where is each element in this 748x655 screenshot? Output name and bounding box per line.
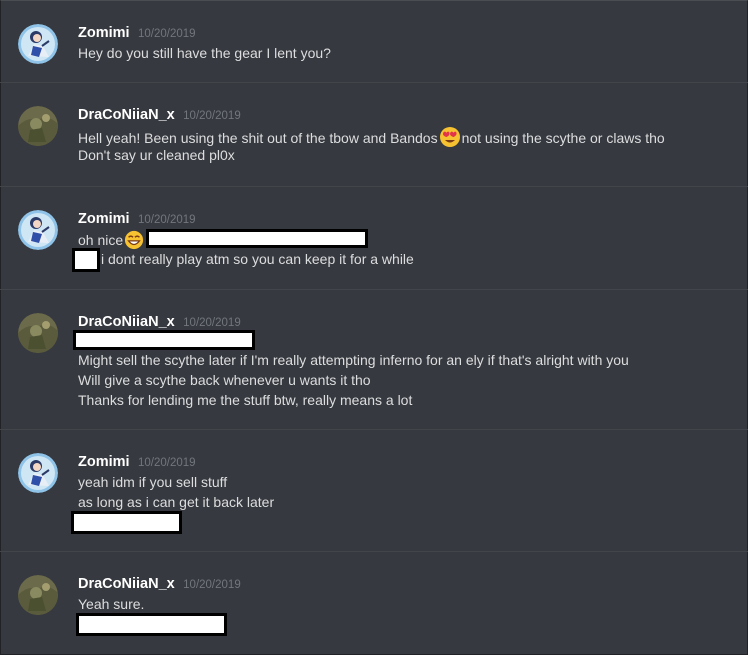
author-name[interactable]: DraCoNiiaN_x <box>78 576 175 592</box>
message-text: i dont really play atm so you can keep i… <box>101 251 414 267</box>
draconiian-avatar[interactable] <box>18 313 58 353</box>
message-text: Hey do you still have the gear I lent yo… <box>78 45 331 61</box>
message-text: yeah idm if you sell stuff <box>78 474 228 490</box>
draconiian-avatar[interactable] <box>18 575 58 615</box>
message-text: Thanks for lending me the stuff btw, rea… <box>78 392 413 408</box>
redaction-box <box>72 248 100 272</box>
message-group: DraCoNiiaN_x 10/20/2019 Hell yeah! Been … <box>0 82 748 187</box>
message-timestamp: 10/20/2019 <box>138 214 196 226</box>
message-group: DraCoNiiaN_x 10/20/2019 Might sell the s… <box>0 289 748 430</box>
author-name[interactable]: DraCoNiiaN_x <box>78 107 175 123</box>
zomimi-avatar[interactable] <box>18 210 58 250</box>
message-group: DraCoNiiaN_x 10/20/2019 Yeah sure. <box>0 551 748 655</box>
message-text: Don't say ur cleaned pl0x <box>78 147 235 163</box>
message-timestamp: 10/20/2019 <box>183 317 241 329</box>
message-text: as long as i can get it back later <box>78 494 275 510</box>
zomimi-avatar[interactable] <box>18 24 58 64</box>
message-text-part: oh nice <box>78 232 124 248</box>
message-text: Might sell the scythe later if I'm reall… <box>78 352 629 368</box>
message-group: Zomimi 10/20/2019 oh nice i dont really … <box>0 186 748 290</box>
heart-eyes-emoji <box>439 126 461 152</box>
redaction-box <box>76 613 227 636</box>
message-text: Yeah sure. <box>78 596 145 612</box>
zomimi-avatar[interactable] <box>18 453 58 493</box>
message-text: Will give a scythe back whenever u wants… <box>78 372 371 388</box>
author-name[interactable]: Zomimi <box>78 25 130 41</box>
author-name[interactable]: Zomimi <box>78 211 130 227</box>
message-timestamp: 10/20/2019 <box>138 457 196 469</box>
author-name[interactable]: DraCoNiiaN_x <box>78 314 175 330</box>
redaction-box <box>73 330 255 350</box>
draconiian-avatar[interactable] <box>18 106 58 146</box>
message-timestamp: 10/20/2019 <box>183 579 241 591</box>
message-text-part: not using the scythe or claws tho <box>461 130 665 146</box>
message-text-part: Hell yeah! Been using the shit out of th… <box>78 130 438 146</box>
message-group: Zomimi 10/20/2019 Hey do you still have … <box>0 0 748 83</box>
message-group: Zomimi 10/20/2019 yeah idm if you sell s… <box>0 429 748 552</box>
redaction-box <box>146 229 368 248</box>
message-timestamp: 10/20/2019 <box>183 110 241 122</box>
message-timestamp: 10/20/2019 <box>138 28 196 40</box>
author-name[interactable]: Zomimi <box>78 454 130 470</box>
redaction-box <box>71 511 182 534</box>
